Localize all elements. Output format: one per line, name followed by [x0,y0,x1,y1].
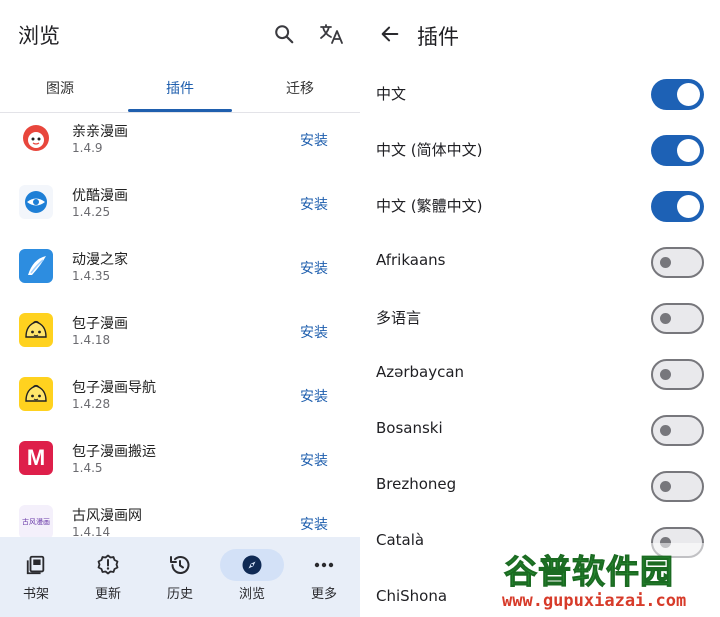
extension-version: 1.4.9 [72,141,103,155]
page-title: 插件 [417,25,459,49]
nav-label: 更新 [94,587,121,602]
extension-name: 动漫之家 [72,252,128,268]
language-toggle[interactable] [651,79,704,110]
toggle-knob [660,425,671,436]
nav-label: 浏览 [238,587,265,602]
extension-name: 包子漫画搬运 [72,444,156,460]
install-button[interactable]: 安装 [300,322,328,342]
history-icon [168,553,192,577]
install-button[interactable]: 安装 [300,130,328,150]
extension-version: 1.4.5 [72,461,103,475]
toggle-knob [660,313,671,324]
language-label: 中文 (繁體中文) [376,197,483,215]
back-arrow-icon[interactable] [376,20,404,48]
toggle-knob [660,369,671,380]
language-toggle[interactable] [651,191,704,222]
list-item[interactable]: 包子漫画导航 1.4.28 安装 [0,362,360,426]
list-item[interactable]: 动漫之家 1.4.35 安装 [0,234,360,298]
m-logo-icon: M [19,441,53,475]
top-app-bar: 浏览 [0,0,360,68]
translate-icon[interactable] [318,20,346,48]
install-button[interactable]: 安装 [300,386,328,406]
extension-languages-screen: 插件 中文 中文 (简体中文) 中文 (繁體中文) Afrikaans 多语言 … [360,0,720,617]
language-row[interactable]: 中文 [360,66,720,122]
language-row[interactable]: Bosanski [360,402,720,458]
compass-icon [240,553,264,577]
search-icon[interactable] [270,20,298,48]
list-item[interactable]: 亲亲漫画 1.4.9 安装 [0,106,360,170]
nav-item-updates[interactable]: 更新 [72,537,144,617]
extension-version: 1.4.25 [72,205,111,219]
extension-version: 1.4.35 [72,269,111,283]
page-title: 浏览 [18,24,60,48]
nav-item-library[interactable]: 书架 [0,537,72,617]
nav-label: 历史 [166,587,193,602]
dmzj-logo-icon [19,249,53,283]
install-button[interactable]: 安装 [300,258,328,278]
qinqin-logo-icon [19,121,53,155]
language-toggle[interactable] [651,471,704,502]
gufeng-logo-icon: 古风漫画 [19,505,53,539]
language-label: 中文 (简体中文) [376,141,483,159]
language-label: Català [376,531,425,549]
browse-screen: 浏览 图源 插件 迁移 亲亲漫画 1.4.9 安装 优酷漫画 1.4.25 安装… [0,0,360,617]
baozi-logo-icon [19,377,53,411]
install-button[interactable]: 安装 [300,514,328,534]
site-watermark: 谷普软件园 www.gupuxiazai.com [500,543,720,617]
list-item[interactable]: 优酷漫画 1.4.25 安装 [0,170,360,234]
bookshelf-icon [24,553,48,577]
extension-name: 包子漫画导航 [72,380,156,396]
nav-item-more[interactable]: 更多 [288,537,360,617]
language-row[interactable]: Afrikaans [360,234,720,290]
extension-name: 优酷漫画 [72,188,128,204]
toggle-knob [677,83,700,106]
watermark-name: 谷普软件园 [504,552,674,592]
language-toggle[interactable] [651,415,704,446]
language-label: 多语言 [376,309,422,327]
toggle-knob [660,481,671,492]
list-item[interactable]: M 包子漫画搬运 1.4.5 安装 [0,426,360,490]
language-row[interactable]: Brezhoneg [360,458,720,514]
watermark-url: www.gupuxiazai.com [502,591,687,611]
install-button[interactable]: 安装 [300,450,328,470]
nav-label: 书架 [22,587,49,602]
language-row[interactable]: Azərbaycan [360,346,720,402]
toggle-knob [660,257,671,268]
language-label: Bosanski [376,419,443,437]
youku-logo-icon [19,185,53,219]
language-label: 中文 [376,85,407,103]
extension-version: 1.4.28 [72,397,111,411]
bottom-navigation: 书架 更新 历史 浏览 更多 [0,537,360,617]
language-toggle[interactable] [651,359,704,390]
nav-item-history[interactable]: 历史 [144,537,216,617]
extension-version: 1.4.18 [72,333,111,347]
extension-name: 亲亲漫画 [72,124,128,140]
language-row[interactable]: 中文 (繁體中文) [360,178,720,234]
extension-name: 包子漫画 [72,316,128,332]
toggle-knob [677,195,700,218]
language-row[interactable]: 中文 (简体中文) [360,122,720,178]
install-button[interactable]: 安装 [300,194,328,214]
toggle-knob [677,139,700,162]
nav-label: 更多 [310,587,337,602]
language-toggle[interactable] [651,303,704,334]
language-label: Afrikaans [376,251,446,269]
language-row[interactable]: 多语言 [360,290,720,346]
language-label: Brezhoneg [376,475,457,493]
list-item[interactable]: 包子漫画 1.4.18 安装 [0,298,360,362]
language-toggle[interactable] [651,135,704,166]
extension-name: 古风漫画网 [72,508,142,524]
language-toggle[interactable] [651,247,704,278]
alert-icon [96,553,120,577]
baozi-logo-icon [19,313,53,347]
nav-item-browse[interactable]: 浏览 [216,537,288,617]
more-icon [312,553,336,577]
language-label: Azərbaycan [376,363,465,381]
language-label: ChiShona [376,587,448,605]
